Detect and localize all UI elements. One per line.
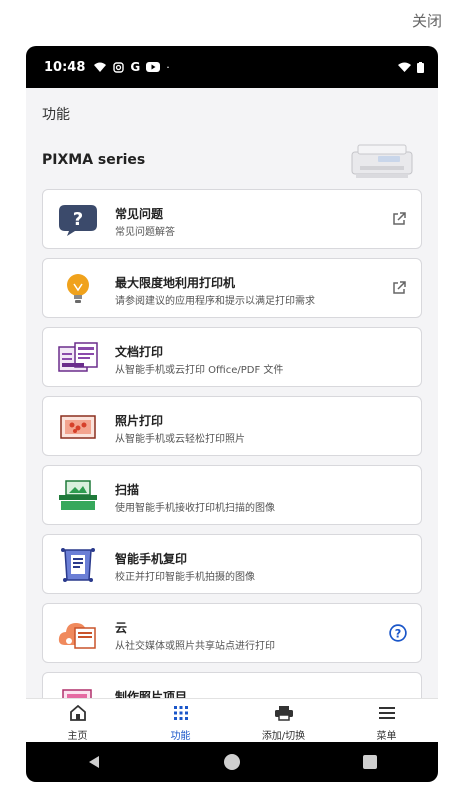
status-right-icons <box>398 61 424 73</box>
printer-icon <box>274 706 293 721</box>
list-item-get-most[interactable]: 最大限度地利用打印机 请参阅建议的应用程序和提示以满足打印需求 <box>42 258 422 318</box>
instagram-icon <box>113 61 125 73</box>
question-bubble-icon: ? <box>59 205 97 236</box>
item-subtitle: 从社交媒体或照片共享站点进行打印 <box>115 641 275 652</box>
nav-menu[interactable]: 菜单 <box>335 699 438 743</box>
photo-print-icon <box>60 415 96 439</box>
list-item-document-print[interactable]: 文档打印 从智能手机或云打印 Office/PDF 文件 <box>42 327 422 387</box>
svg-text:?: ? <box>395 628 402 641</box>
app-bar: 功能 <box>26 88 438 134</box>
item-title: 智能手机复印 <box>115 552 188 566</box>
close-button[interactable]: 关闭 <box>412 10 442 31</box>
list-item-smartphone-copy[interactable]: 智能手机复印 校正并打印智能手机拍摄的图像 <box>42 534 422 594</box>
item-title: 云 <box>115 621 128 635</box>
item-subtitle: 校正并打印智能手机拍摄的图像 <box>115 572 255 583</box>
feature-list: ? 常见问题 常见问题解答 最大限度地利用打印机 请参阅建议的应用程序和提示以满… <box>42 189 422 699</box>
phone-screen: 10:48 G · 功能 PIXMA series ? 常见问题 常见问题解答 … <box>26 46 438 782</box>
list-item-scan[interactable]: 扫描 使用智能手机接收打印机扫描的图像 <box>42 465 422 525</box>
nav-label: 功能 <box>170 731 191 742</box>
nav-label: 菜单 <box>376 731 397 742</box>
item-subtitle: 从智能手机或云轻松打印照片 <box>115 434 245 445</box>
wifi-calling-icon <box>94 62 107 72</box>
notification-icons: G · <box>93 60 170 74</box>
system-navigation-bar <box>26 742 438 782</box>
item-title: 扫描 <box>115 483 140 497</box>
list-item-photo-project[interactable]: 制作照片项目 <box>42 672 422 699</box>
document-print-icon <box>58 342 98 372</box>
nav-label: 主页 <box>67 731 88 742</box>
item-title: 常见问题 <box>115 207 164 221</box>
item-title: 照片打印 <box>115 414 164 428</box>
external-link-icon[interactable] <box>391 211 407 227</box>
bottom-navigation: 主页 功能 添加/切换 菜单 <box>26 698 438 743</box>
printer-series-name: PIXMA series <box>42 152 146 168</box>
item-subtitle: 从智能手机或云打印 Office/PDF 文件 <box>115 365 284 376</box>
battery-icon <box>417 61 424 73</box>
smartphone-copy-icon <box>61 548 95 582</box>
item-subtitle: 使用智能手机接收打印机扫描的图像 <box>115 503 275 514</box>
home-circle-icon[interactable] <box>223 753 241 771</box>
lightbulb-icon <box>67 274 89 303</box>
status-bar: 10:48 G · <box>26 46 438 88</box>
printer-image <box>351 144 413 178</box>
nav-features[interactable]: 功能 <box>129 699 232 743</box>
google-icon: G <box>130 60 141 74</box>
page-title: 功能 <box>42 107 70 123</box>
back-icon[interactable] <box>86 754 102 770</box>
item-title: 最大限度地利用打印机 <box>115 276 236 290</box>
scan-icon <box>59 480 97 510</box>
help-icon[interactable]: ? <box>389 624 407 642</box>
nav-home[interactable]: 主页 <box>26 699 129 743</box>
more-notifications-dot: · <box>166 60 170 74</box>
nav-label: 添加/切换 <box>261 731 306 742</box>
svg-text:?: ? <box>73 209 83 230</box>
grid-icon <box>173 706 188 720</box>
cloud-print-icon <box>58 623 96 649</box>
status-time: 10:48 <box>44 59 86 75</box>
youtube-icon <box>146 62 161 72</box>
menu-icon <box>378 707 395 719</box>
nav-add-switch[interactable]: 添加/切换 <box>232 699 335 743</box>
item-title: 文档打印 <box>115 345 164 359</box>
list-item-photo-print[interactable]: 照片打印 从智能手机或云轻松打印照片 <box>42 396 422 456</box>
list-item-cloud[interactable]: 云 从社交媒体或照片共享站点进行打印 ? <box>42 603 422 663</box>
recents-icon[interactable] <box>362 754 378 770</box>
item-subtitle: 常见问题解答 <box>115 227 175 238</box>
home-icon <box>69 704 86 721</box>
external-link-icon[interactable] <box>391 280 407 296</box>
wifi-icon <box>398 62 411 72</box>
item-subtitle: 请参阅建议的应用程序和提示以满足打印需求 <box>115 296 315 307</box>
list-item-faq[interactable]: ? 常见问题 常见问题解答 <box>42 189 422 249</box>
